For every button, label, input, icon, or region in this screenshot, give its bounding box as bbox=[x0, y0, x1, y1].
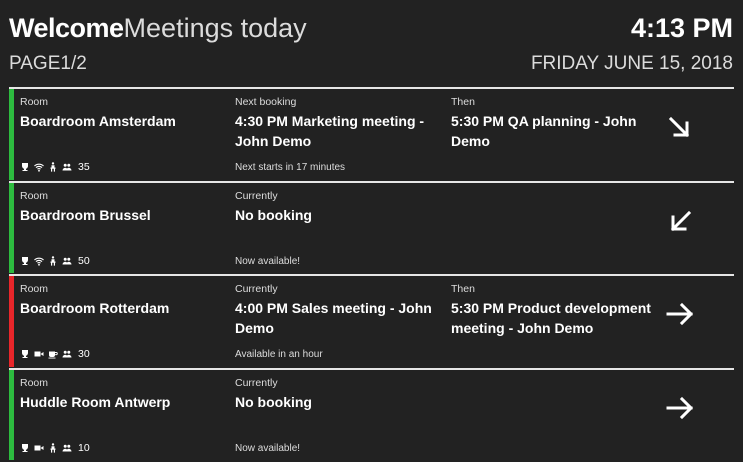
people-icon bbox=[62, 350, 72, 358]
amenities: 35 bbox=[20, 161, 90, 173]
accessible-icon bbox=[50, 255, 56, 266]
room-label: Room bbox=[20, 376, 49, 389]
welcome-text: Welcome bbox=[9, 13, 124, 43]
room-card-amsterdam[interactable]: Room Boardroom Amsterdam Next booking 4:… bbox=[9, 87, 734, 181]
then-label: Then bbox=[451, 96, 475, 108]
room-list: Room Boardroom Amsterdam Next booking 4:… bbox=[9, 87, 734, 461]
current-date: FRIDAY JUNE 15, 2018 bbox=[530, 53, 733, 74]
trophy-icon bbox=[22, 163, 28, 171]
people-icon bbox=[62, 163, 72, 171]
availability-note: Now available! bbox=[235, 442, 301, 454]
page-title: WelcomeMeetings today bbox=[9, 12, 307, 44]
capacity-count: 35 bbox=[78, 161, 90, 173]
status-bar bbox=[9, 89, 14, 180]
amenities: 10 bbox=[20, 442, 90, 454]
room-name: Boardroom Brussel bbox=[20, 206, 151, 223]
room-name: Huddle Room Antwerp bbox=[20, 393, 171, 410]
room-column: Room Huddle Room Antwerp bbox=[20, 377, 225, 412]
room-name: Boardroom Amsterdam bbox=[20, 113, 176, 129]
booking-label: Currently bbox=[235, 189, 278, 202]
availability-note: Available in an hour bbox=[235, 349, 323, 360]
room-column: Room Boardroom Rotterdam bbox=[20, 283, 225, 318]
capacity-count: 30 bbox=[78, 348, 90, 360]
booking-column: Currently No booking bbox=[235, 190, 443, 225]
booking-value: 4:00 PM Sales meeting - John Demo bbox=[235, 300, 432, 336]
booking-label: Currently bbox=[235, 283, 278, 295]
then-value: 5:30 PM QA planning - John Demo bbox=[451, 113, 637, 149]
accessible-icon bbox=[50, 442, 56, 453]
wifi-icon bbox=[34, 257, 44, 266]
then-column bbox=[451, 190, 661, 192]
arrow-right-icon bbox=[666, 396, 694, 419]
page-indicator: PAGE1/2 bbox=[9, 52, 87, 76]
status-bar bbox=[9, 369, 14, 460]
booking-label: Next booking bbox=[235, 96, 297, 108]
amenities: 30 bbox=[20, 348, 90, 360]
room-column: Room Boardroom Brussel bbox=[20, 190, 225, 225]
then-column: Then 5:30 PM QA planning - John Demo bbox=[451, 96, 661, 151]
page-prefix: PAGE bbox=[9, 53, 61, 74]
availability-note: Now available! bbox=[235, 255, 301, 267]
people-icon bbox=[62, 444, 72, 451]
booking-value: 4:30 PM Marketing meeting - John Demo bbox=[235, 113, 425, 149]
room-label: Room bbox=[20, 283, 49, 295]
booking-column: Next booking 4:30 PM Marketing meeting -… bbox=[235, 96, 443, 151]
people-icon bbox=[62, 257, 72, 264]
then-label: Then bbox=[451, 283, 475, 295]
capacity-count: 10 bbox=[78, 441, 90, 454]
coffee-icon bbox=[48, 351, 58, 359]
capacity-count: 50 bbox=[78, 254, 90, 267]
room-label: Room bbox=[20, 96, 49, 108]
video-icon bbox=[34, 351, 44, 357]
booking-column: Currently No booking bbox=[235, 377, 443, 412]
room-column: Room Boardroom Amsterdam bbox=[20, 96, 225, 131]
accessible-icon bbox=[50, 162, 56, 172]
booking-column: Currently 4:00 PM Sales meeting - John D… bbox=[235, 283, 443, 338]
header: WelcomeMeetings today 4:13 PM PAGE1/2 FR… bbox=[0, 0, 743, 88]
arrow-right-icon bbox=[666, 302, 694, 326]
room-card-brussel[interactable]: Room Boardroom Brussel Currently No book… bbox=[9, 180, 734, 275]
arrow-down-right-icon bbox=[668, 116, 690, 138]
status-bar bbox=[9, 276, 14, 367]
subtitle-text: Meetings today bbox=[123, 13, 307, 43]
room-card-antwerp[interactable]: Room Huddle Room Antwerp Currently No bo… bbox=[9, 367, 734, 462]
wifi-icon bbox=[34, 163, 44, 172]
booking-value: No booking bbox=[235, 393, 312, 410]
room-card-rotterdam[interactable]: Room Boardroom Rotterdam Currently 4:00 … bbox=[9, 274, 734, 368]
page-number: 1/2 bbox=[60, 53, 87, 74]
then-value: 5:30 PM Product development meeting - Jo… bbox=[451, 300, 651, 336]
booking-label: Currently bbox=[235, 376, 278, 389]
amenities: 50 bbox=[20, 255, 90, 267]
arrow-down-left-icon bbox=[670, 210, 692, 231]
then-column: Then 5:30 PM Product development meeting… bbox=[451, 283, 661, 338]
room-name: Boardroom Rotterdam bbox=[20, 300, 170, 316]
booking-value: No booking bbox=[235, 206, 312, 223]
trophy-icon bbox=[22, 256, 28, 265]
room-label: Room bbox=[20, 189, 49, 202]
then-column bbox=[451, 377, 661, 379]
video-icon bbox=[34, 445, 44, 450]
current-time: 4:13 PM bbox=[630, 13, 733, 43]
availability-note: Next starts in 17 minutes bbox=[235, 162, 346, 173]
status-bar bbox=[9, 182, 14, 273]
trophy-icon bbox=[22, 443, 28, 452]
trophy-icon bbox=[22, 350, 28, 358]
